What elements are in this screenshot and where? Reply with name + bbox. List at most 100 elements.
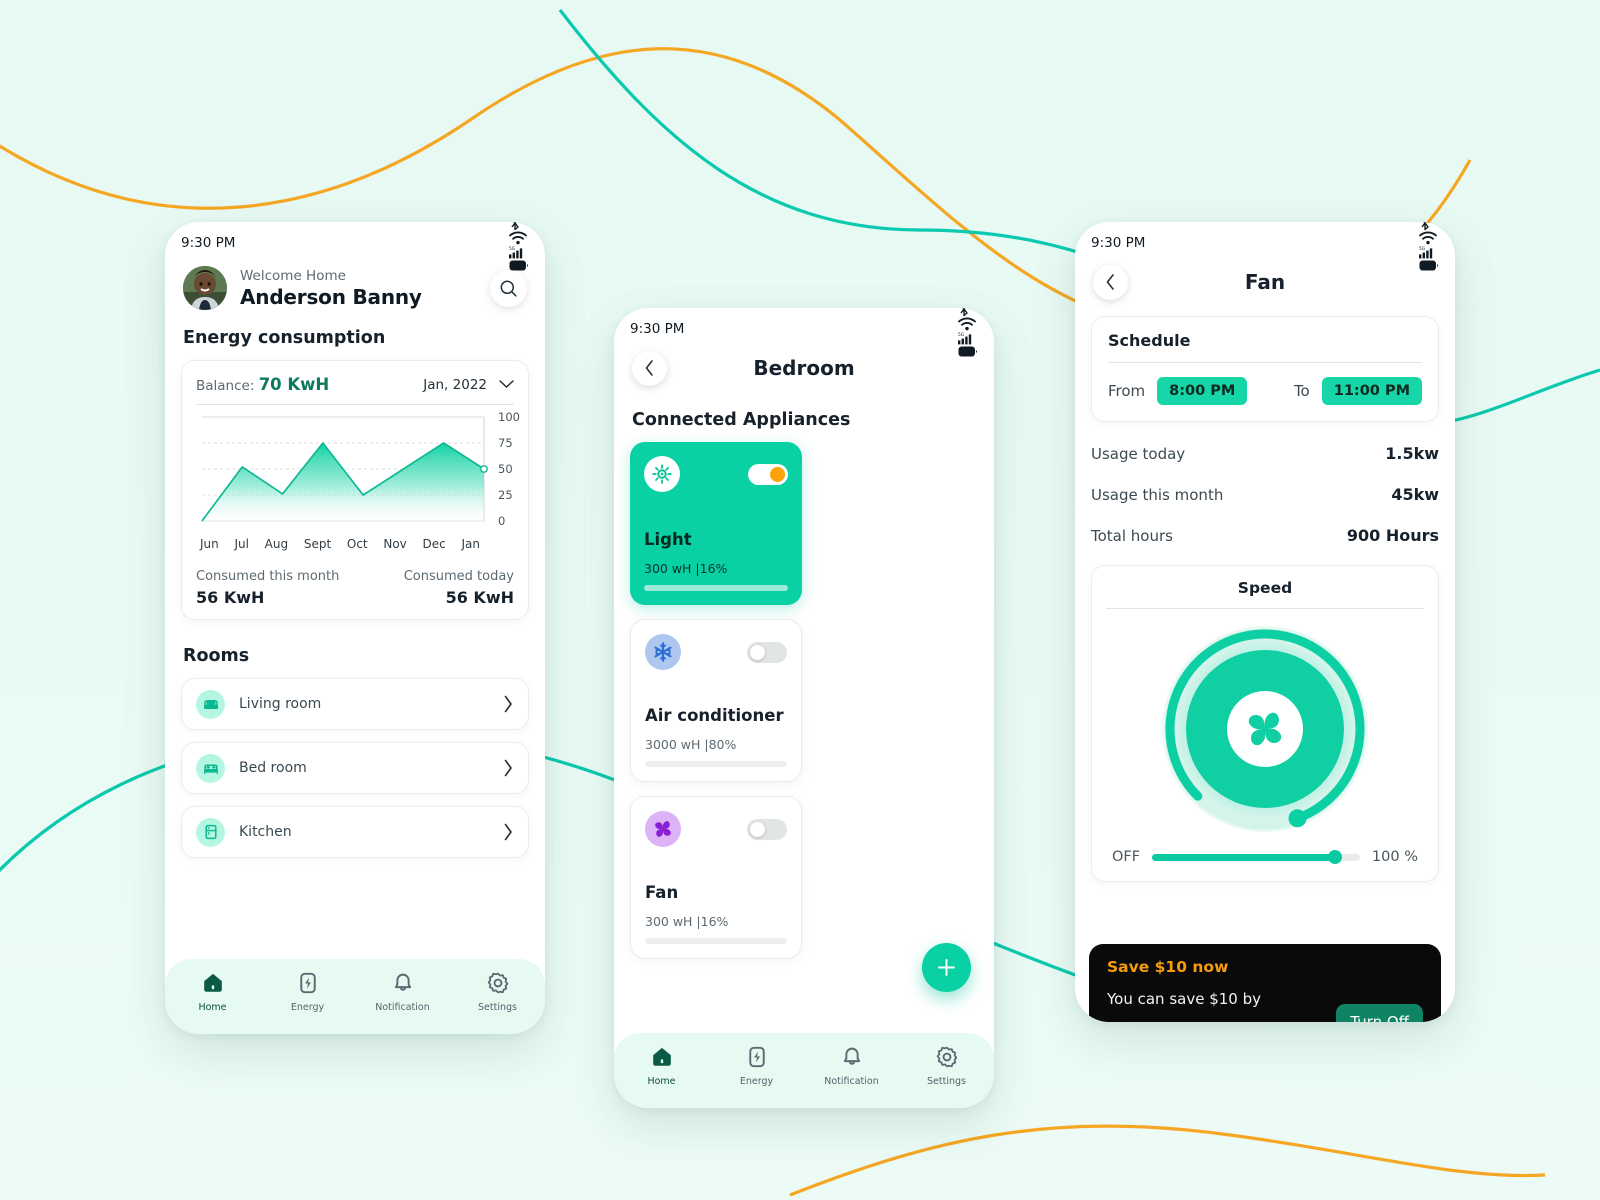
- nav-item-label: Home: [198, 1002, 227, 1013]
- chart-x-tick: Dec: [422, 537, 446, 551]
- appliance-name: Light: [644, 530, 692, 549]
- home-icon: [203, 973, 222, 992]
- sofa-icon-wrapper: [196, 689, 225, 719]
- chart-x-tick: Nov: [383, 537, 407, 551]
- schedule-to-label: To: [1293, 382, 1310, 400]
- stat-label: Usage today: [1091, 444, 1186, 463]
- promo-headline: Save $10 now: [1107, 958, 1229, 976]
- nav-item-energy[interactable]: Energy: [709, 1046, 804, 1087]
- fan-icon: [655, 821, 671, 837]
- room-name: Kitchen: [239, 824, 292, 840]
- room-nav-header: Bedroom: [614, 342, 994, 388]
- energy-chart-card: Balance: 70 KwH Jan, 2022 0 25 50 75 100…: [181, 360, 529, 620]
- add-appliance-button[interactable]: [922, 943, 971, 992]
- divider: [1108, 362, 1422, 363]
- nav-item-notification[interactable]: Notification: [355, 972, 450, 1013]
- appliance-usage: 300 wH |16%: [645, 914, 729, 929]
- speed-dial[interactable]: [1106, 609, 1424, 849]
- appliance-header: [645, 634, 787, 670]
- stat-label: Usage this month: [1091, 485, 1224, 504]
- speed-max-label: 100 %: [1371, 849, 1418, 865]
- appliance-progress-bar: [645, 761, 787, 767]
- nav-item-home[interactable]: Home: [165, 972, 260, 1013]
- period-selector[interactable]: Jan, 2022: [423, 377, 514, 393]
- wifi-icon: [509, 231, 527, 244]
- status-bar-home: 9:30 PM 5G: [165, 222, 545, 270]
- back-button[interactable]: [632, 350, 667, 386]
- nav-item-settings[interactable]: Settings: [899, 1046, 994, 1087]
- search-button[interactable]: [490, 269, 527, 307]
- device-title: Fan: [1244, 270, 1286, 294]
- appliance-grid: Light 300 wH |16% Air conditioner 3000 wH |…: [614, 430, 994, 959]
- appliance-progress-bar: [645, 938, 787, 944]
- schedule-card: Schedule From 8:00 PM To 11:00 PM: [1091, 316, 1439, 422]
- bottom-nav-room: Home Energy Notification Settings: [614, 1033, 994, 1108]
- appliance-card-air-conditioner[interactable]: Air conditioner 3000 wH |80%: [630, 619, 802, 782]
- gear-icon: [936, 1046, 957, 1068]
- toggle-knob: [750, 644, 765, 660]
- appliance-toggle[interactable]: [747, 818, 787, 840]
- room-item-bed-room[interactable]: Bed room: [181, 742, 529, 794]
- schedule-to-value[interactable]: 11:00 PM: [1321, 377, 1422, 405]
- speed-min-label: OFF: [1112, 849, 1141, 865]
- consumed-month-label: Consumed this month: [196, 569, 340, 584]
- chevron-down-icon: [499, 380, 514, 389]
- svg-text:5G: 5G: [509, 246, 516, 252]
- bell-icon: [394, 973, 411, 991]
- schedule-from-value[interactable]: 8:00 PM: [1157, 377, 1248, 405]
- rooms-list: Living room Bed room Kitchen: [165, 678, 545, 858]
- stat-label: Total hours: [1091, 526, 1173, 545]
- speed-dial-svg[interactable]: [1154, 618, 1376, 840]
- stat-value: 1.5kw: [1385, 444, 1439, 463]
- home-greeting: Welcome Home Anderson Banny: [240, 268, 490, 309]
- room-item-living-room[interactable]: Living room: [181, 678, 529, 730]
- chevron-right-icon: [504, 823, 512, 841]
- appliance-toggle[interactable]: [747, 641, 787, 663]
- chart-x-tick: Oct: [346, 537, 368, 551]
- nav-item-energy[interactable]: Energy: [260, 972, 355, 1013]
- nav-item-notification[interactable]: Notification: [804, 1046, 899, 1087]
- status-bar-room: 9:30 PM 5G: [614, 308, 994, 356]
- bluetooth-icon: [511, 222, 519, 230]
- nav-item-settings[interactable]: Settings: [450, 972, 545, 1013]
- device-nav-header: Fan: [1075, 256, 1455, 302]
- fridge-icon-wrapper: [196, 817, 225, 847]
- chart-x-axis-labels: Jun Jul Aug Sept Oct Nov Dec Jan: [196, 535, 514, 551]
- toggle-knob: [770, 466, 785, 482]
- appliance-toggle[interactable]: [748, 463, 788, 485]
- consumed-this-month: Consumed this month 56 KwH: [196, 569, 339, 607]
- fridge-icon: [204, 824, 217, 840]
- turn-off-button[interactable]: Turn Off: [1336, 1004, 1423, 1022]
- speed-slider-knob[interactable]: [1327, 850, 1342, 864]
- speed-slider-track[interactable]: [1152, 850, 1360, 864]
- nav-item-label: Home: [647, 1076, 676, 1087]
- speed-slider-fill: [1152, 853, 1335, 861]
- bolt-icon: [299, 972, 316, 994]
- appliance-header: [645, 811, 787, 847]
- device-stats: Usage today 1.5kw Usage this month 45kw Tota…: [1075, 444, 1455, 545]
- divider: [196, 404, 514, 405]
- connected-appliances-title: Connected Appliances: [632, 410, 851, 430]
- appliance-name: Air conditioner: [645, 706, 784, 725]
- back-button[interactable]: [1093, 264, 1128, 300]
- chevron-right-icon: [504, 759, 512, 777]
- status-bar-icons: 5G: [509, 222, 529, 272]
- balance-label-text: Balance:: [196, 378, 255, 394]
- phone-device-screen: 9:30 PM 5G Fan Schedule From 8:00 PM To …: [1075, 222, 1455, 1022]
- appliance-card-fan[interactable]: Fan 300 wH |16%: [630, 796, 802, 959]
- room-item-kitchen[interactable]: Kitchen: [181, 806, 529, 858]
- speed-slider[interactable]: OFF 100 %: [1106, 849, 1424, 865]
- sun-icon-wrapper: [644, 456, 680, 492]
- bolt-icon: [748, 1046, 765, 1068]
- nav-item-label: Energy: [290, 1002, 325, 1013]
- appliance-card-light[interactable]: Light 300 wH |16%: [630, 442, 802, 605]
- toggle-knob: [750, 821, 765, 837]
- chevron-left-icon: [1106, 274, 1114, 290]
- nav-item-home[interactable]: Home: [614, 1046, 709, 1087]
- avatar[interactable]: [183, 266, 227, 310]
- phone-room-screen: 9:30 PM 5G Bedroom Connected Appliances …: [614, 308, 994, 1108]
- sun-icon: [652, 464, 672, 484]
- stat-value: 45kw: [1391, 485, 1439, 504]
- nav-item-label: Notification: [375, 1002, 430, 1013]
- speed-card: Speed OFF 100 %: [1091, 565, 1439, 882]
